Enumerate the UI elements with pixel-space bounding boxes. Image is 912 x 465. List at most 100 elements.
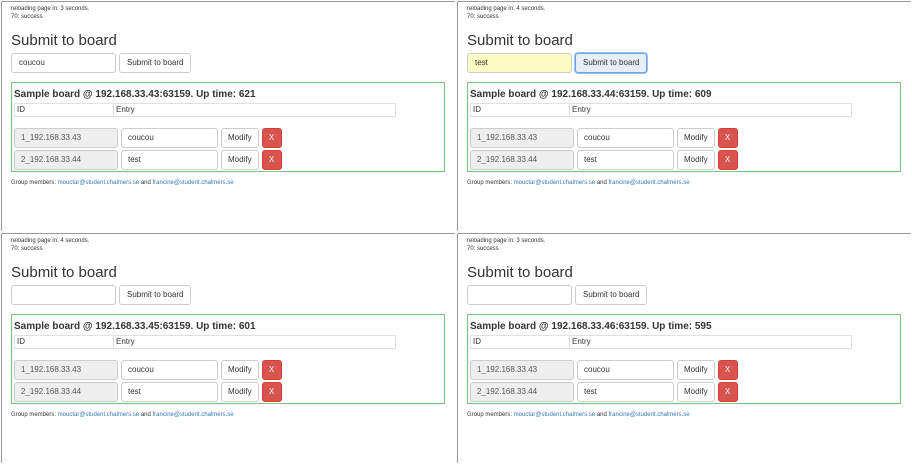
browser-panel: reloading page in: 4 seconds. 70: succes… bbox=[1, 233, 455, 463]
entry-text-field[interactable]: coucou bbox=[577, 128, 674, 148]
footer-prefix: Group members: bbox=[11, 180, 57, 186]
entry-id-field: 1_192.168.33.43 bbox=[14, 128, 118, 148]
entry-id-field: 1_192.168.33.43 bbox=[470, 128, 574, 148]
board-title: Sample board @ 192.168.33.46:63159. Up t… bbox=[470, 321, 712, 332]
modify-button[interactable]: Modify bbox=[221, 150, 259, 170]
table-row: 2_192.168.33.44 test Modify X bbox=[470, 382, 738, 402]
entry-input[interactable] bbox=[11, 285, 116, 305]
page-title: Submit to board bbox=[11, 32, 117, 49]
submit-button[interactable]: Submit to board bbox=[119, 285, 192, 305]
table-row: 2_192.168.33.44 test Modify X bbox=[14, 382, 282, 402]
browser-panel: reloading page in: 3 seconds. 70: succes… bbox=[1, 1, 455, 231]
member-email-link[interactable]: francine@student.chalmers.se bbox=[609, 412, 690, 418]
status-header: reloading page in: 3 seconds. 70: succes… bbox=[467, 237, 545, 253]
delete-button[interactable]: X bbox=[717, 360, 738, 380]
member-email-link[interactable]: mouctar@student.chalmers.se bbox=[58, 412, 139, 418]
screenshot-grid: reloading page in: 3 seconds. 70: succes… bbox=[0, 0, 912, 465]
footer-and: and bbox=[140, 180, 151, 186]
column-header-id: ID bbox=[470, 335, 570, 349]
entry-text-field[interactable]: test bbox=[577, 382, 674, 402]
table-row: 2_192.168.33.44 test Modify X bbox=[14, 150, 282, 170]
table-row: 1_192.168.33.43 coucou Modify X bbox=[470, 360, 738, 380]
member-email-link[interactable]: francine@student.chalmers.se bbox=[153, 412, 234, 418]
submit-form: Submit to board bbox=[467, 285, 648, 305]
submit-button[interactable]: Submit to board bbox=[119, 53, 192, 73]
footer-prefix: Group members: bbox=[467, 412, 513, 418]
entry-id-field: 1_192.168.33.43 bbox=[14, 360, 118, 380]
submit-button[interactable]: Submit to board bbox=[575, 53, 648, 73]
entry-text-field[interactable]: test bbox=[121, 150, 218, 170]
column-header-entry: Entry bbox=[113, 335, 396, 349]
entry-input[interactable]: test bbox=[467, 53, 572, 73]
reload-countdown: reloading page in: 4 seconds. bbox=[11, 238, 90, 244]
entry-id-field: 2_192.168.33.44 bbox=[470, 382, 574, 402]
entry-id-field: 2_192.168.33.44 bbox=[14, 150, 118, 170]
reload-countdown: reloading page in: 4 seconds. bbox=[467, 6, 546, 12]
delete-button[interactable]: X bbox=[261, 382, 282, 402]
column-header-id: ID bbox=[14, 335, 114, 349]
status-text: 70: success bbox=[467, 14, 499, 20]
modify-button[interactable]: Modify bbox=[677, 128, 715, 148]
column-header-entry: Entry bbox=[569, 103, 852, 117]
reload-countdown: reloading page in: 3 seconds. bbox=[467, 238, 546, 244]
board-title: Sample board @ 192.168.33.44:63159. Up t… bbox=[470, 89, 712, 100]
status-header: reloading page in: 3 seconds. 70: succes… bbox=[11, 5, 89, 21]
modify-button[interactable]: Modify bbox=[221, 382, 259, 402]
footer-and: and bbox=[596, 412, 607, 418]
status-header: reloading page in: 4 seconds. 70: succes… bbox=[467, 5, 545, 21]
footer-prefix: Group members: bbox=[467, 180, 513, 186]
entry-text-field[interactable]: test bbox=[577, 150, 674, 170]
modify-button[interactable]: Modify bbox=[677, 382, 715, 402]
footer: Group members: mouctar@student.chalmers.… bbox=[467, 412, 690, 418]
entry-id-field: 2_192.168.33.44 bbox=[14, 382, 118, 402]
member-email-link[interactable]: francine@student.chalmers.se bbox=[153, 180, 234, 186]
browser-panel: reloading page in: 3 seconds. 70: succes… bbox=[457, 233, 911, 463]
entry-text-field[interactable]: coucou bbox=[577, 360, 674, 380]
delete-button[interactable]: X bbox=[717, 382, 738, 402]
footer-prefix: Group members: bbox=[11, 412, 57, 418]
entry-input[interactable]: coucou bbox=[11, 53, 116, 73]
submit-form: test Submit to board bbox=[467, 53, 648, 73]
board-container: Sample board @ 192.168.33.45:63159. Up t… bbox=[11, 314, 445, 404]
status-text: 70: success bbox=[11, 246, 43, 252]
entry-text-field[interactable]: coucou bbox=[121, 360, 218, 380]
modify-button[interactable]: Modify bbox=[677, 360, 715, 380]
submit-button[interactable]: Submit to board bbox=[575, 285, 648, 305]
footer-and: and bbox=[140, 412, 151, 418]
member-email-link[interactable]: mouctar@student.chalmers.se bbox=[514, 412, 595, 418]
entry-id-field: 1_192.168.33.43 bbox=[470, 360, 574, 380]
member-email-link[interactable]: mouctar@student.chalmers.se bbox=[58, 180, 139, 186]
member-email-link[interactable]: mouctar@student.chalmers.se bbox=[514, 180, 595, 186]
entry-input[interactable] bbox=[467, 285, 572, 305]
column-header-id: ID bbox=[14, 103, 114, 117]
delete-button[interactable]: X bbox=[261, 128, 282, 148]
board-title: Sample board @ 192.168.33.43:63159. Up t… bbox=[14, 89, 256, 100]
board-container: Sample board @ 192.168.33.46:63159. Up t… bbox=[467, 314, 901, 404]
modify-button[interactable]: Modify bbox=[677, 150, 715, 170]
table-row: 1_192.168.33.43 coucou Modify X bbox=[14, 360, 282, 380]
status-text: 70: success bbox=[467, 246, 499, 252]
modify-button[interactable]: Modify bbox=[221, 128, 259, 148]
board-container: Sample board @ 192.168.33.44:63159. Up t… bbox=[467, 82, 901, 172]
column-header-entry: Entry bbox=[113, 103, 396, 117]
delete-button[interactable]: X bbox=[261, 150, 282, 170]
footer-and: and bbox=[596, 180, 607, 186]
board-container: Sample board @ 192.168.33.43:63159. Up t… bbox=[11, 82, 445, 172]
delete-button[interactable]: X bbox=[717, 150, 738, 170]
footer: Group members: mouctar@student.chalmers.… bbox=[11, 412, 234, 418]
entry-text-field[interactable]: coucou bbox=[121, 128, 218, 148]
member-email-link[interactable]: francine@student.chalmers.se bbox=[609, 180, 690, 186]
reload-countdown: reloading page in: 3 seconds. bbox=[11, 6, 90, 12]
browser-panel: reloading page in: 4 seconds. 70: succes… bbox=[457, 1, 911, 231]
column-header-entry: Entry bbox=[569, 335, 852, 349]
entry-text-field[interactable]: test bbox=[121, 382, 218, 402]
entry-id-field: 2_192.168.33.44 bbox=[470, 150, 574, 170]
page-title: Submit to board bbox=[11, 264, 117, 281]
page-title: Submit to board bbox=[467, 264, 573, 281]
status-text: 70: success bbox=[11, 14, 43, 20]
delete-button[interactable]: X bbox=[261, 360, 282, 380]
page-title: Submit to board bbox=[467, 32, 573, 49]
table-row: 1_192.168.33.43 coucou Modify X bbox=[470, 128, 738, 148]
modify-button[interactable]: Modify bbox=[221, 360, 259, 380]
delete-button[interactable]: X bbox=[717, 128, 738, 148]
